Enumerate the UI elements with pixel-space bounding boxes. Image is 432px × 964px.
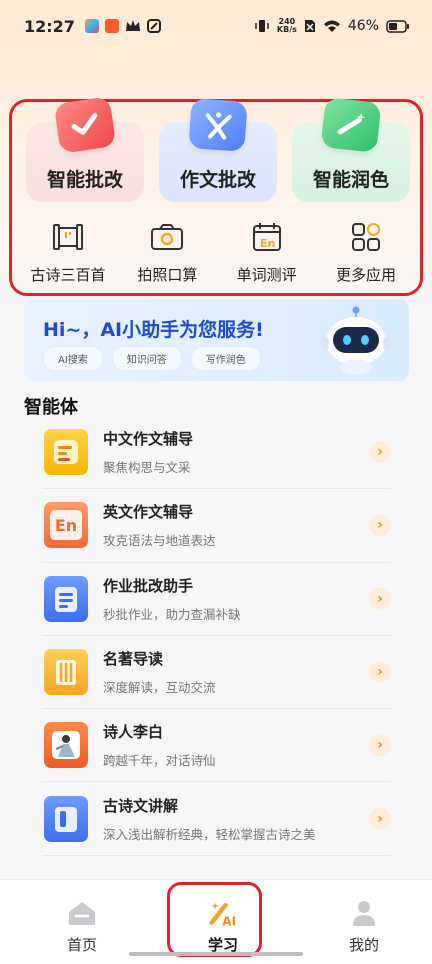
assistant-tags: AI搜索 知识问答 写作润色 [43,346,261,371]
tool-word-test[interactable]: En 单词测评 [219,220,315,286]
agent-homework-grading[interactable]: 作业批改助手 秒批作业，助力查漏补缺 › [42,563,391,636]
ai-study-icon: AI [208,898,238,928]
agent-desc: 攻克语法与地道表达 [103,533,216,549]
essay-grading-card[interactable]: 作文批改 [159,98,277,202]
agent-ancient-poetry[interactable]: 古诗文讲解 深入浅出解析经典，轻松掌握古诗之美 › [42,782,391,856]
tag-knowledge-qa[interactable]: 知识问答 [111,346,182,371]
nav-mine[interactable]: 我的 [334,880,394,964]
homework-grading-icon [44,575,88,622]
chevron-right-icon[interactable]: › [369,734,391,757]
chevron-right-icon[interactable]: › [369,514,391,537]
poetry-book-icon [44,795,88,842]
agent-name: 名著导读 [103,650,164,669]
network-speed: 240 KB/s [276,17,297,34]
agent-classics-guide[interactable]: 名著导读 深度解读，互动交流 › [42,636,391,710]
agent-name: 英文作文辅导 [103,503,194,522]
smart-polish-card[interactable]: 智能润色 [292,97,410,202]
vibrate-icon [255,20,269,32]
no-sim-icon [304,20,315,32]
robot-mascot-icon [321,306,391,375]
agent-name: 作业批改助手 [103,576,194,595]
crown-icon [125,20,140,31]
agent-english-essay[interactable]: En 英文作文辅导 攻克语法与地道表达 › [42,489,391,563]
en-badge: En [50,510,82,541]
nav-home-label: 首页 [66,936,97,954]
assistant-title: Hi~，AI小助手为您服务! [43,319,264,341]
tool-photo-math[interactable]: 拍照口算 [119,220,215,286]
smart-grading-card[interactable]: 智能批改 [26,96,144,202]
tool-photo-math-label: 拍照口算 [137,266,198,284]
tool-ancient-poems[interactable]: 古诗三百首 [20,220,116,286]
link-icon [146,19,161,33]
chevron-right-icon[interactable]: › [369,587,391,610]
english-essay-icon: En [44,502,88,549]
battery-icon [386,19,409,33]
essay-grading-label: 作文批改 [179,169,256,191]
magic-wand-icon [320,97,382,153]
chevron-right-icon[interactable]: › [369,661,391,684]
app-notification-icon [84,19,99,33]
calendar-en-icon: En [250,220,284,254]
agent-poet-libai[interactable]: 诗人李白 跨越千年，对话诗仙 › [42,709,391,783]
tool-ancient-poems-label: 古诗三百首 [30,266,106,284]
nav-mine-label: 我的 [348,936,379,954]
tag-ai-search[interactable]: AI搜索 [43,346,103,371]
ai-assistant-banner[interactable]: Hi~，AI小助手为您服务! AI搜索 知识问答 写作润色 [24,299,409,381]
agent-name: 中文作文辅导 [103,430,194,449]
home-indicator[interactable] [129,952,303,956]
status-bar: 12:27 240 KB/s 46% [0,0,432,52]
tool-more-apps[interactable]: 更多应用 [318,220,414,286]
essay-icon [188,98,248,152]
camera-icon [150,220,184,254]
tag-writing-polish[interactable]: 写作润色 [190,346,261,371]
chevron-right-icon[interactable]: › [369,807,391,830]
tool-row: 古诗三百首 拍照口算 En 单词测评 更多应用 [12,220,420,286]
status-time: 12:27 [24,16,75,36]
smart-polish-label: 智能润色 [312,169,389,191]
tool-word-test-label: 单词测评 [236,266,297,284]
poet-portrait-icon [44,722,88,769]
grid-apps-icon [349,220,383,254]
user-icon [349,898,379,928]
book-icon [44,649,88,696]
home-icon [67,898,97,928]
tool-more-apps-label: 更多应用 [335,266,396,284]
nav-home[interactable]: 首页 [52,880,112,964]
agent-name: 古诗文讲解 [103,796,179,815]
feature-panel: 智能批改 作文批改 智能润色 古诗三百首 拍照口算 En 单词测评 更多应用 [9,96,423,296]
agent-name: 诗人李白 [103,723,164,742]
agent-list: 中文作文辅导 聚焦构思与文采 › En 英文作文辅导 攻克语法与地道表达 › 作… [42,416,391,856]
chinese-essay-icon [44,429,88,476]
agent-desc: 深入浅出解析经典，轻松掌握古诗之美 [103,826,316,842]
battery-percent: 46% [347,18,379,34]
app-notification-icon [104,19,119,33]
agent-chinese-essay[interactable]: 中文作文辅导 聚焦构思与文采 › [42,416,391,490]
agent-desc: 跨越千年，对话诗仙 [103,753,216,769]
checkmark-icon [53,96,117,154]
agent-desc: 深度解读，互动交流 [103,680,216,696]
svg-text:En: En [260,237,275,250]
chevron-right-icon[interactable]: › [369,441,391,464]
wifi-icon [323,20,340,32]
svg-text:AI: AI [222,914,236,928]
agent-desc: 秒批作业，助力查漏补缺 [103,606,241,622]
agent-desc: 聚焦构思与文采 [103,460,191,476]
scroll-icon [51,220,85,254]
smart-grading-label: 智能批改 [46,169,123,191]
